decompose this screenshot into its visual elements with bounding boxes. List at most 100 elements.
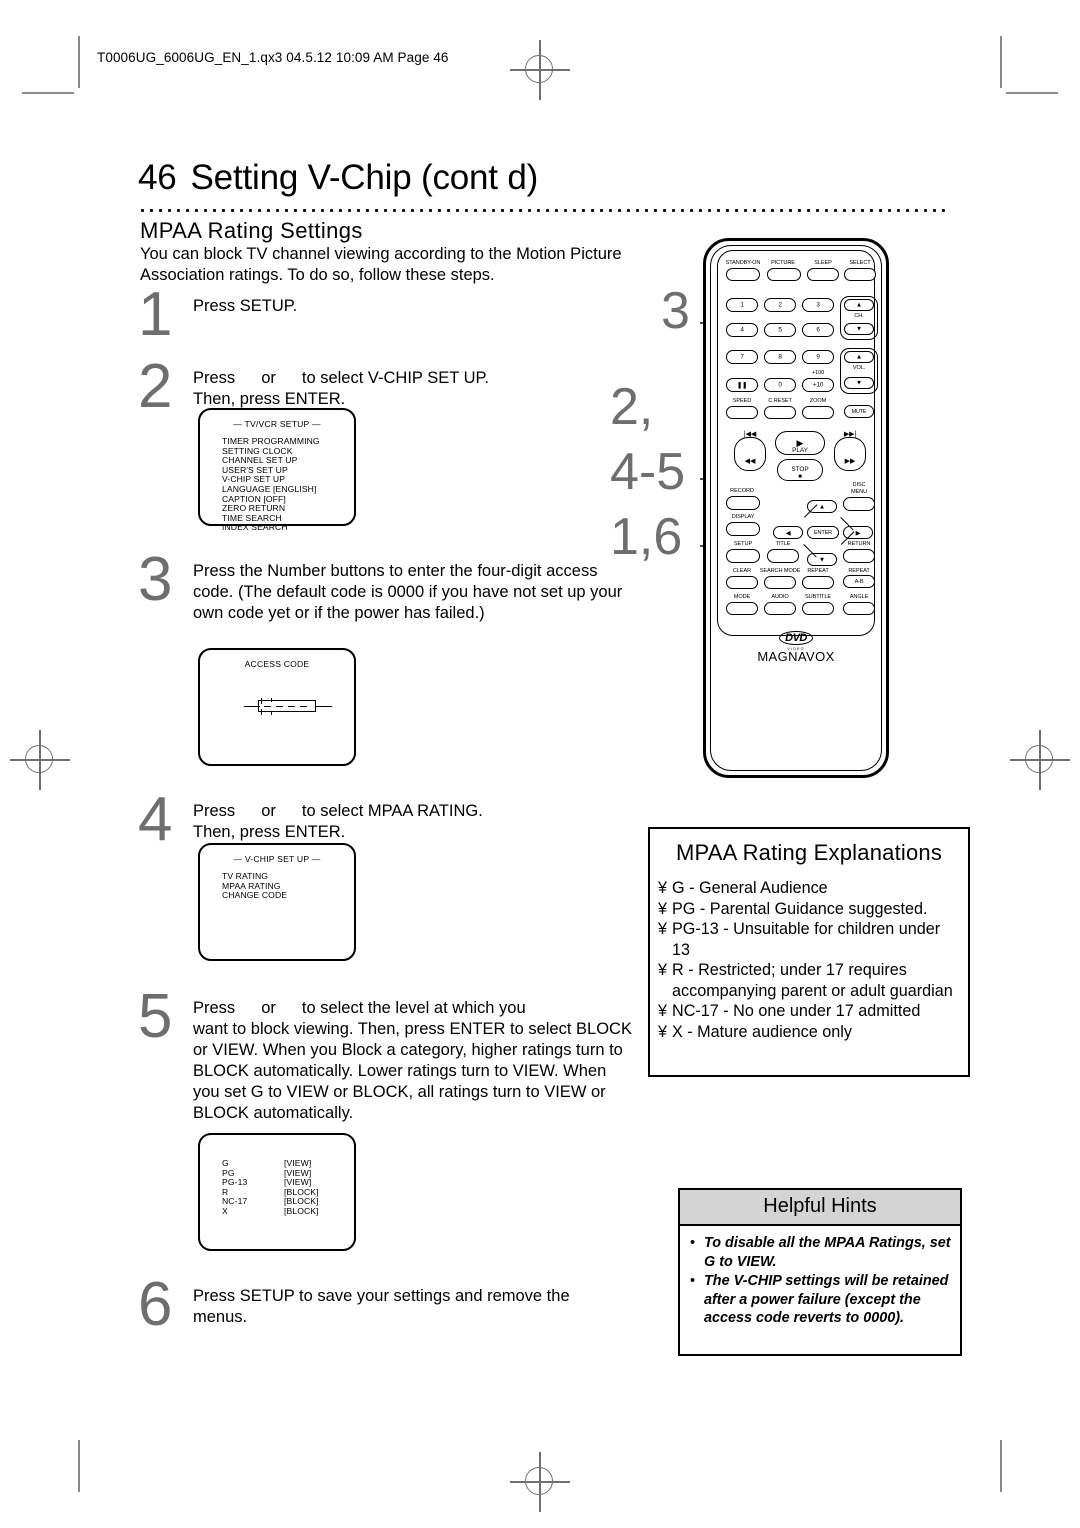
list-item-label: PG-13 - Unsuitable for children under 13 bbox=[672, 920, 941, 959]
rew-button[interactable]: ◀◀ bbox=[734, 437, 766, 471]
repeat-ab-button[interactable]: A-B bbox=[843, 575, 875, 588]
bullet-icon: ¥ bbox=[658, 879, 668, 897]
helpful-hints-list: • To disable all the MPAA Ratings, set G … bbox=[680, 1234, 960, 1328]
osd-access-code-title: ACCESS CODE bbox=[244, 659, 310, 669]
number-button-1[interactable]: 1 bbox=[726, 298, 758, 312]
repeat-button[interactable] bbox=[802, 576, 834, 589]
crop-mark-bottom-right-v bbox=[1000, 1440, 1002, 1492]
chevron-down-icon: ▼ bbox=[855, 379, 863, 387]
return-button[interactable] bbox=[843, 549, 875, 563]
osd-tv-vcr-setup-list: TIMER PROGRAMMING SETTING CLOCK CHANNEL … bbox=[222, 436, 354, 533]
step-3-number: 3 bbox=[138, 545, 173, 614]
sleep-button[interactable] bbox=[807, 268, 839, 281]
pause-icon: ❚❚ bbox=[736, 382, 748, 389]
step-5-number: 5 bbox=[138, 982, 173, 1051]
callout-3: 3 bbox=[661, 282, 690, 340]
step-4-line1-a: Press bbox=[193, 802, 236, 820]
table-row: X [BLOCK] bbox=[222, 1206, 354, 1217]
ff-button[interactable]: ▶▶ bbox=[834, 437, 866, 471]
volume-up-button[interactable]: ▲ bbox=[844, 351, 874, 363]
chevron-down-icon: ▼ bbox=[818, 556, 826, 563]
nav-down-button[interactable]: ▼ bbox=[807, 553, 837, 566]
list-item: • The V-CHIP settings will be retained af… bbox=[690, 1272, 952, 1328]
number-button-9-label: 9 bbox=[816, 353, 820, 361]
number-button-9[interactable]: 9 bbox=[802, 350, 834, 364]
play-button[interactable]: ▶ PLAY bbox=[775, 431, 825, 455]
list-item: ¥ R - Restricted; under 17 requires accom… bbox=[658, 960, 962, 1001]
osd-mpaa-ratings: G [VIEW] PG [VIEW] PG-13 [VIEW] R [BLOCK] NC… bbox=[198, 1133, 356, 1251]
number-button-7[interactable]: 7 bbox=[726, 350, 758, 364]
disc-menu-label-line1: DISC bbox=[852, 482, 866, 488]
chevron-up-icon: ▲ bbox=[855, 301, 863, 309]
number-button-6-label: 6 bbox=[816, 326, 820, 334]
list-item: ¥ PG - Parental Guidance suggested. bbox=[658, 899, 962, 920]
speed-label: SPEED bbox=[732, 398, 752, 404]
record-label: RECORD bbox=[730, 488, 754, 494]
subtitle-button[interactable] bbox=[802, 602, 834, 615]
display-button[interactable] bbox=[726, 522, 760, 536]
plus10-button[interactable]: +10 bbox=[802, 378, 834, 392]
number-button-7-label: 7 bbox=[740, 353, 744, 361]
number-button-2[interactable]: 2 bbox=[764, 298, 796, 312]
channel-down-button[interactable]: ▼ bbox=[844, 323, 874, 335]
picture-button[interactable] bbox=[767, 268, 801, 281]
select-button[interactable] bbox=[844, 268, 876, 281]
access-code-input-graphic bbox=[244, 698, 332, 715]
stop-button[interactable]: STOP ■ bbox=[777, 459, 823, 481]
mode-button[interactable] bbox=[726, 602, 758, 615]
step-2-number: 2 bbox=[138, 352, 173, 421]
number-button-5-label: 5 bbox=[778, 326, 782, 334]
audio-label: AUDIO bbox=[771, 594, 789, 600]
osd-tv-vcr-setup: — TV/VCR SETUP — TIMER PROGRAMMING SETTI… bbox=[198, 408, 356, 532]
list-item: ¥ G - General Audience bbox=[658, 878, 962, 899]
number-button-3[interactable]: 3 bbox=[802, 298, 834, 312]
crop-mark-top-right-v bbox=[1000, 36, 1002, 88]
picture-label: PICTURE bbox=[771, 260, 795, 266]
record-button[interactable] bbox=[726, 496, 760, 510]
zoom-button[interactable] bbox=[802, 406, 834, 419]
step-4-text: Press or to select MPAA RATING. Then, pres… bbox=[193, 801, 633, 843]
list-item-label: PG - Parental Guidance suggested. bbox=[672, 899, 928, 918]
nav-left-button[interactable]: ◀ bbox=[773, 526, 803, 539]
channel-up-button[interactable]: ▲ bbox=[844, 299, 874, 311]
fast-forward-icon: ▶▶ bbox=[844, 457, 856, 465]
number-button-4[interactable]: 4 bbox=[726, 323, 758, 337]
volume-label: VOL. bbox=[852, 365, 866, 371]
remote-control-illustration: STANDBY-ON PICTURE SLEEP SELECT 1 2 3 4 … bbox=[703, 238, 889, 778]
step-2-text: Press or to select V-CHIP SET UP. Then, pr… bbox=[193, 368, 633, 410]
speed-button[interactable] bbox=[726, 406, 758, 419]
list-item-label: The V-CHIP settings will be retained aft… bbox=[704, 1273, 949, 1326]
number-button-0[interactable]: 0 bbox=[764, 378, 796, 392]
number-button-6[interactable]: 6 bbox=[802, 323, 834, 337]
step-6-number: 6 bbox=[138, 1270, 173, 1339]
standby-on-button[interactable] bbox=[726, 268, 760, 281]
sleep-label: SLEEP bbox=[814, 260, 832, 266]
audio-button[interactable] bbox=[764, 602, 796, 615]
clear-button[interactable] bbox=[726, 576, 758, 589]
search-mode-button[interactable] bbox=[764, 576, 796, 589]
osd-vchip-setup-title: — V-CHIP SET UP — bbox=[233, 854, 321, 864]
step-5-line1-c: to select the level at which you bbox=[301, 999, 526, 1017]
pause-button[interactable]: ❚❚ bbox=[726, 378, 758, 392]
crop-mark-top-right-h bbox=[1006, 92, 1058, 94]
osd-tv-vcr-setup-title: — TV/VCR SETUP — bbox=[233, 419, 321, 429]
volume-down-button[interactable]: ▼ bbox=[844, 377, 874, 389]
registration-mark-right bbox=[1010, 730, 1070, 790]
mute-button[interactable]: MUTE bbox=[844, 405, 874, 418]
setup-button[interactable] bbox=[726, 549, 760, 563]
bullet-icon: • bbox=[690, 1235, 696, 1251]
bullet-icon: ¥ bbox=[658, 961, 668, 979]
title-button[interactable] bbox=[767, 549, 799, 563]
step-1-text: Press SETUP. bbox=[193, 297, 298, 315]
step-5-line3: When you Block a category, higher rating… bbox=[193, 1041, 623, 1122]
number-button-8[interactable]: 8 bbox=[764, 350, 796, 364]
step-2-line1-a: Press bbox=[193, 369, 236, 387]
list-item: CHANGE CODE bbox=[222, 890, 288, 901]
creset-button[interactable] bbox=[764, 406, 796, 419]
angle-button[interactable] bbox=[843, 602, 875, 615]
disc-menu-button[interactable] bbox=[843, 497, 875, 511]
number-button-5[interactable]: 5 bbox=[764, 323, 796, 337]
registration-mark-left bbox=[10, 730, 70, 790]
enter-button[interactable]: ENTER bbox=[807, 526, 839, 539]
crop-mark-top-left-v bbox=[78, 36, 80, 88]
